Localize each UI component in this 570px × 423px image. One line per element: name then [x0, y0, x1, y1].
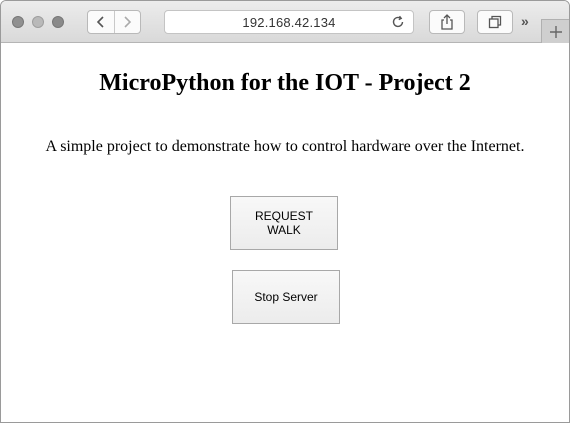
minimize-window-button[interactable] [32, 16, 44, 28]
plus-icon [549, 25, 562, 38]
forward-button[interactable] [113, 11, 140, 33]
more-toolbar-items-icon[interactable]: » [521, 13, 529, 29]
close-window-button[interactable] [12, 16, 24, 28]
request-walk-label: REQUEST WALK [254, 209, 313, 237]
navigation-buttons [87, 10, 141, 34]
back-button[interactable] [88, 11, 114, 33]
share-button[interactable] [429, 10, 465, 34]
share-icon [441, 14, 453, 30]
browser-toolbar: 192.168.42.134 » [1, 1, 569, 43]
page-content: MicroPython for the IOT - Project 2 A si… [1, 44, 569, 422]
request-walk-button[interactable]: REQUEST WALK [230, 196, 338, 250]
chevron-right-icon [124, 16, 132, 28]
stop-server-label: Stop Server [254, 290, 318, 304]
reload-icon[interactable] [391, 15, 405, 29]
address-bar[interactable]: 192.168.42.134 [164, 10, 414, 34]
new-tab-button[interactable] [541, 19, 569, 43]
page-title: MicroPython for the IOT - Project 2 [99, 70, 471, 96]
page-description: A simple project to demonstrate how to c… [45, 138, 525, 155]
show-tabs-button[interactable] [477, 10, 513, 34]
chevron-left-icon [96, 16, 104, 28]
stop-server-button[interactable]: Stop Server [232, 270, 340, 324]
url-text: 192.168.42.134 [242, 14, 336, 30]
zoom-window-button[interactable] [52, 16, 64, 28]
tabs-overview-icon [488, 15, 502, 29]
browser-window: 192.168.42.134 » MicroPython for the IOT… [0, 0, 570, 423]
